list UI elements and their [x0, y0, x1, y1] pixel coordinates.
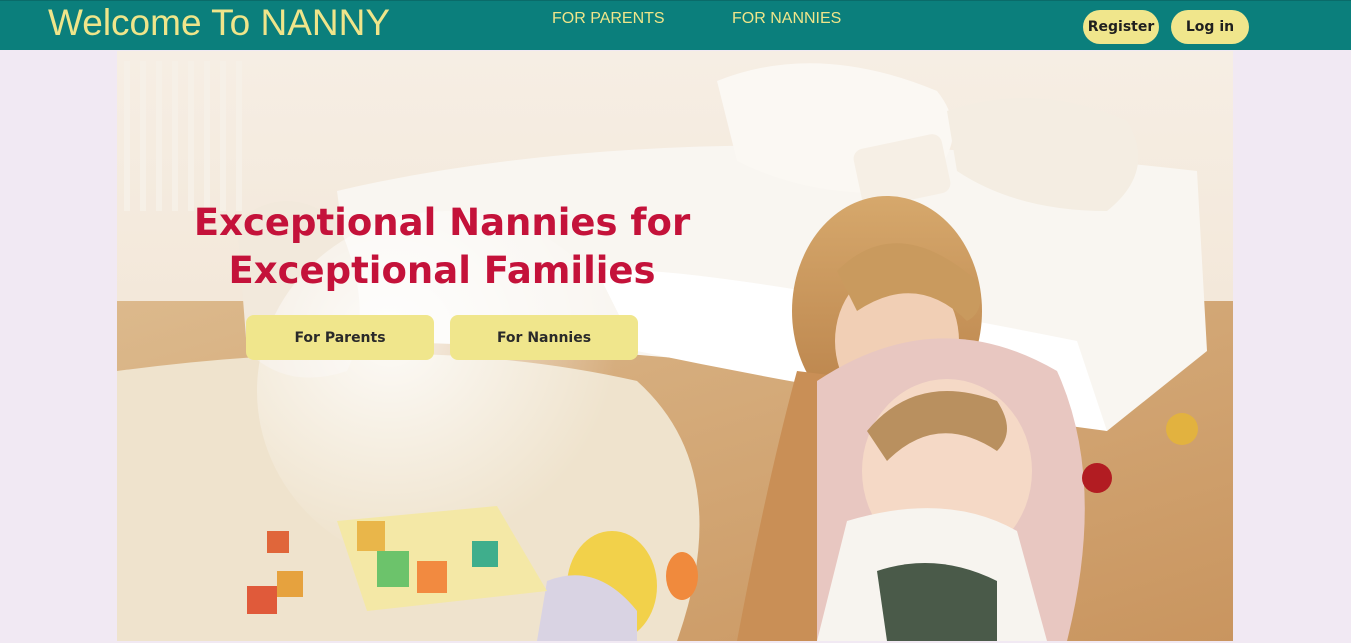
hero-headline-line-2: Exceptional Families: [228, 249, 656, 292]
top-navigation-bar: Welcome To NANNY FOR PARENTS FOR NANNIES…: [0, 0, 1351, 50]
hero-for-parents-button[interactable]: For Parents: [246, 315, 434, 360]
hero-banner: Exceptional Nannies for Exceptional Fami…: [117, 51, 1233, 641]
hero-headline: Exceptional Nannies for Exceptional Fami…: [117, 199, 767, 295]
register-button[interactable]: Register: [1083, 10, 1159, 44]
nav-link-for-nannies[interactable]: FOR NANNIES: [732, 10, 841, 28]
hero-for-nannies-button[interactable]: For Nannies: [450, 315, 638, 360]
login-button[interactable]: Log in: [1171, 10, 1249, 44]
hero-headline-line-1: Exceptional Nannies for: [193, 201, 691, 244]
nav-link-for-parents[interactable]: FOR PARENTS: [552, 10, 665, 28]
site-title: Welcome To NANNY: [48, 2, 391, 43]
